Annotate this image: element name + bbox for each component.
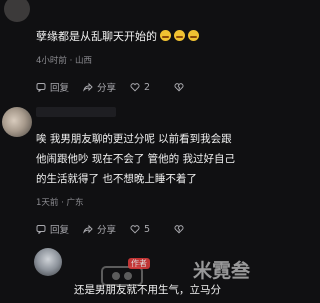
comment-meta: 1天前 · 广东 xyxy=(36,198,84,208)
avatar[interactable] xyxy=(2,107,32,137)
comment-meta: 4小时前 · 山西 xyxy=(36,56,93,66)
comment-text: 孽缘都是从乱聊天开始的 xyxy=(36,28,199,44)
laughing-emoji-icon xyxy=(174,30,185,41)
laughing-emoji-icon xyxy=(188,30,199,41)
user-name[interactable] xyxy=(36,107,116,117)
like-button[interactable]: 5 xyxy=(130,224,150,235)
share-button[interactable]: 分享 xyxy=(83,80,116,94)
comment-actions: 回复 分享 5 xyxy=(36,222,198,236)
comment-text: 唉 我男朋友聊的更过分呢 以前看到我会跟 他闹跟他吵 现在不会了 管他的 我过好… xyxy=(36,133,236,185)
avatar[interactable] xyxy=(4,0,30,22)
reply-icon xyxy=(36,225,46,234)
reply-icon xyxy=(36,83,46,92)
broken-heart-icon xyxy=(174,225,184,234)
like-button[interactable]: 2 xyxy=(130,82,150,93)
comment-text: 还是男朋友就不用生气，立马分 xyxy=(74,284,221,296)
heart-icon xyxy=(130,225,140,234)
reply-button[interactable]: 回复 xyxy=(36,80,69,94)
avatar[interactable] xyxy=(34,248,62,276)
laughing-emoji-icon xyxy=(160,30,171,41)
watermark-text: 米霓叁 xyxy=(192,260,250,282)
broken-heart-icon xyxy=(174,83,184,92)
dislike-button[interactable] xyxy=(174,224,184,234)
share-icon xyxy=(83,224,93,234)
reply-button[interactable]: 回复 xyxy=(36,222,69,236)
dislike-button[interactable] xyxy=(174,82,184,92)
heart-icon xyxy=(130,83,140,92)
share-icon xyxy=(83,82,93,92)
comment-actions: 回复 分享 2 xyxy=(36,80,198,94)
author-badge: 作者 xyxy=(128,258,150,269)
share-button[interactable]: 分享 xyxy=(83,222,116,236)
